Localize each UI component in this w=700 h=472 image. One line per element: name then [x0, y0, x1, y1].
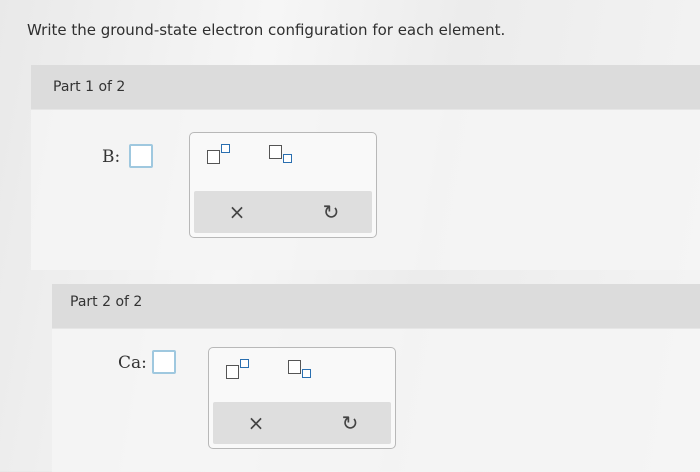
subscript-button[interactable] — [267, 143, 297, 167]
superscript-button[interactable] — [205, 143, 235, 167]
clear-button[interactable]: × — [241, 408, 271, 438]
palette-part-1: × ↻ — [189, 132, 377, 238]
clear-button[interactable]: × — [222, 197, 252, 227]
palette-actions: × ↻ — [213, 402, 391, 444]
part-2-header: Part 2 of 2 — [52, 284, 700, 328]
superscript-button[interactable] — [224, 358, 254, 382]
undo-button[interactable]: ↻ — [316, 197, 346, 227]
part-1-header: Part 1 of 2 — [31, 65, 700, 109]
undo-button[interactable]: ↻ — [335, 408, 365, 438]
answer-input-calcium[interactable] — [152, 350, 176, 374]
part-2: Part 2 of 2 Ca: × ↻ — [52, 284, 700, 472]
palette-part-2: × ↻ — [208, 347, 396, 449]
element-label-boron: B: — [102, 147, 121, 167]
subscript-button[interactable] — [286, 358, 316, 382]
palette-actions: × ↻ — [194, 191, 372, 233]
question-text: Write the ground-state electron configur… — [27, 21, 506, 39]
part-1: Part 1 of 2 B: × ↻ — [31, 65, 700, 270]
answer-input-boron[interactable] — [129, 144, 153, 168]
part-2-body: Ca: × ↻ — [52, 328, 700, 472]
part-1-body: B: × ↻ — [31, 109, 700, 270]
element-label-calcium: Ca: — [118, 353, 147, 373]
